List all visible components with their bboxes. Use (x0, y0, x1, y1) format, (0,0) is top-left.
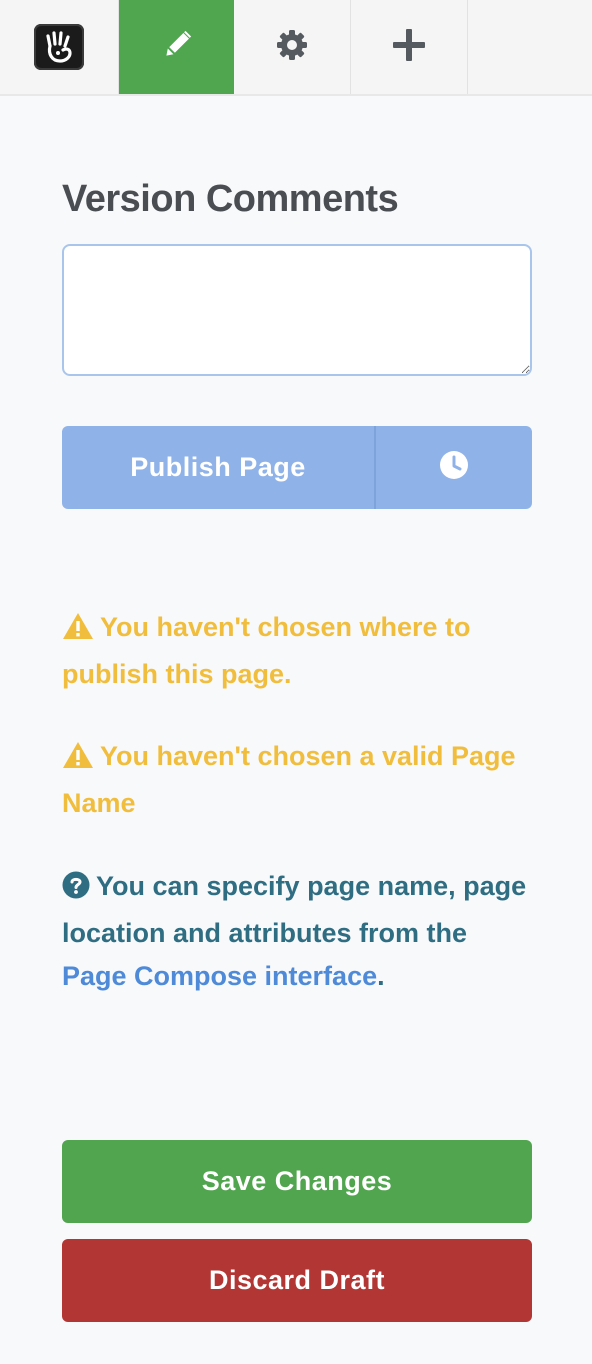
logo-button[interactable] (0, 0, 119, 94)
question-circle-icon (62, 869, 90, 912)
info-suffix: . (377, 961, 385, 991)
warning-location-message: You haven't chosen where to publish this… (62, 606, 532, 696)
info-text: You can specify page name, page location… (62, 871, 527, 948)
page-compose-link[interactable]: Page Compose interface (62, 961, 377, 991)
page-settings-button[interactable] (234, 0, 351, 94)
concrete-hand-logo-icon (34, 24, 84, 70)
pencil-icon (160, 28, 194, 67)
warning-triangle-icon (62, 739, 94, 782)
toolbar (0, 0, 592, 96)
discard-draft-button[interactable]: Discard Draft (62, 1239, 532, 1322)
warning-triangle-icon (62, 610, 94, 653)
publish-button-group: Publish Page (62, 426, 532, 509)
version-comments-input[interactable] (62, 244, 532, 376)
warning-location-text: You haven't chosen where to publish this… (62, 612, 471, 689)
clock-icon (439, 450, 469, 485)
warning-name-text: You haven't chosen a valid Page Name (62, 741, 516, 818)
add-content-button[interactable] (351, 0, 468, 94)
edit-mode-button[interactable] (119, 0, 234, 94)
info-compose-message: You can specify page name, page location… (62, 865, 532, 998)
publish-page-button[interactable]: Publish Page (62, 426, 376, 509)
gear-icon (275, 28, 309, 67)
warning-name-message: You haven't chosen a valid Page Name (62, 735, 532, 825)
plus-icon (392, 28, 426, 67)
save-changes-button[interactable]: Save Changes (62, 1140, 532, 1223)
schedule-publish-button[interactable] (376, 426, 532, 509)
version-comments-heading: Version Comments (62, 178, 399, 220)
